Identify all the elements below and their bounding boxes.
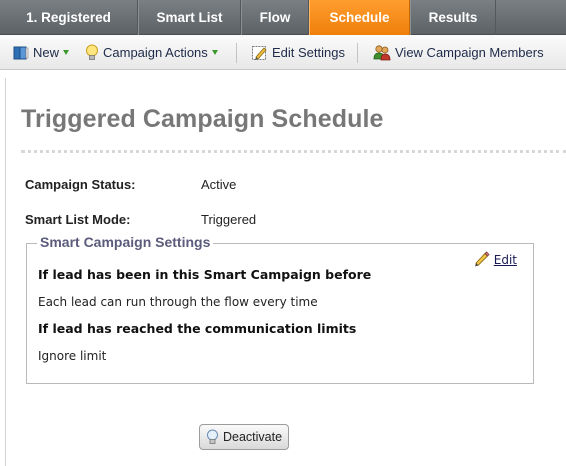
content-panel: Triggered Campaign Schedule Campaign Sta… — [5, 78, 566, 466]
tab-smart-list[interactable]: Smart List — [138, 0, 241, 35]
smart-list-mode-value: Triggered — [201, 212, 257, 227]
page-title: Triggered Campaign Schedule — [21, 105, 384, 133]
title-divider — [21, 150, 566, 153]
toolbar: New Campaign Actions Edit Settings View … — [0, 35, 566, 70]
campaign-status-label: Campaign Status: — [25, 177, 136, 192]
users-icon — [373, 44, 391, 61]
campaign-actions-label: Campaign Actions — [103, 45, 208, 60]
edit-settings-icon — [251, 44, 268, 61]
edit-link-label: Edit — [493, 252, 517, 267]
tab-bar: 1. Registered Smart List Flow Schedule R… — [0, 0, 566, 35]
chevron-down-icon — [63, 50, 70, 55]
tab-results[interactable]: Results — [410, 0, 496, 35]
lead-in-campaign-value: Each lead can run through the flow every… — [38, 295, 318, 309]
chevron-down-icon — [211, 50, 218, 55]
toolbar-divider — [236, 43, 237, 63]
tab-schedule[interactable]: Schedule — [309, 0, 410, 35]
view-campaign-members-label: View Campaign Members — [395, 45, 544, 60]
deactivate-button[interactable]: Deactivate — [199, 424, 289, 450]
new-label: New — [33, 45, 60, 60]
settings-legend: Smart Campaign Settings — [37, 234, 214, 250]
view-campaign-members-button[interactable]: View Campaign Members — [373, 35, 544, 70]
campaign-actions-menu-button[interactable]: Campaign Actions — [85, 35, 218, 70]
new-menu-button[interactable]: New — [13, 35, 70, 70]
tab-registered[interactable]: 1. Registered — [0, 0, 138, 35]
toolbar-divider — [357, 43, 358, 63]
deactivate-label: Deactivate — [222, 430, 283, 444]
campaign-status-value: Active — [201, 177, 237, 192]
communication-limit-heading: If lead has reached the communication li… — [38, 321, 357, 336]
smart-list-mode-label: Smart List Mode: — [25, 212, 131, 227]
communication-limit-value: Ignore limit — [38, 349, 107, 363]
lightbulb-icon — [206, 429, 219, 446]
smart-campaign-settings-panel: Smart Campaign Settings Edit If lead has… — [26, 234, 534, 384]
edit-settings-button[interactable]: Edit Settings — [251, 35, 345, 70]
tab-flow[interactable]: Flow — [241, 0, 309, 35]
lead-in-campaign-heading: If lead has been in this Smart Campaign … — [38, 267, 372, 282]
edit-settings-link[interactable]: Edit — [473, 251, 517, 268]
book-icon — [13, 45, 29, 61]
edit-settings-label: Edit Settings — [272, 45, 345, 60]
lightbulb-icon — [85, 44, 99, 62]
pencil-icon — [473, 251, 490, 268]
